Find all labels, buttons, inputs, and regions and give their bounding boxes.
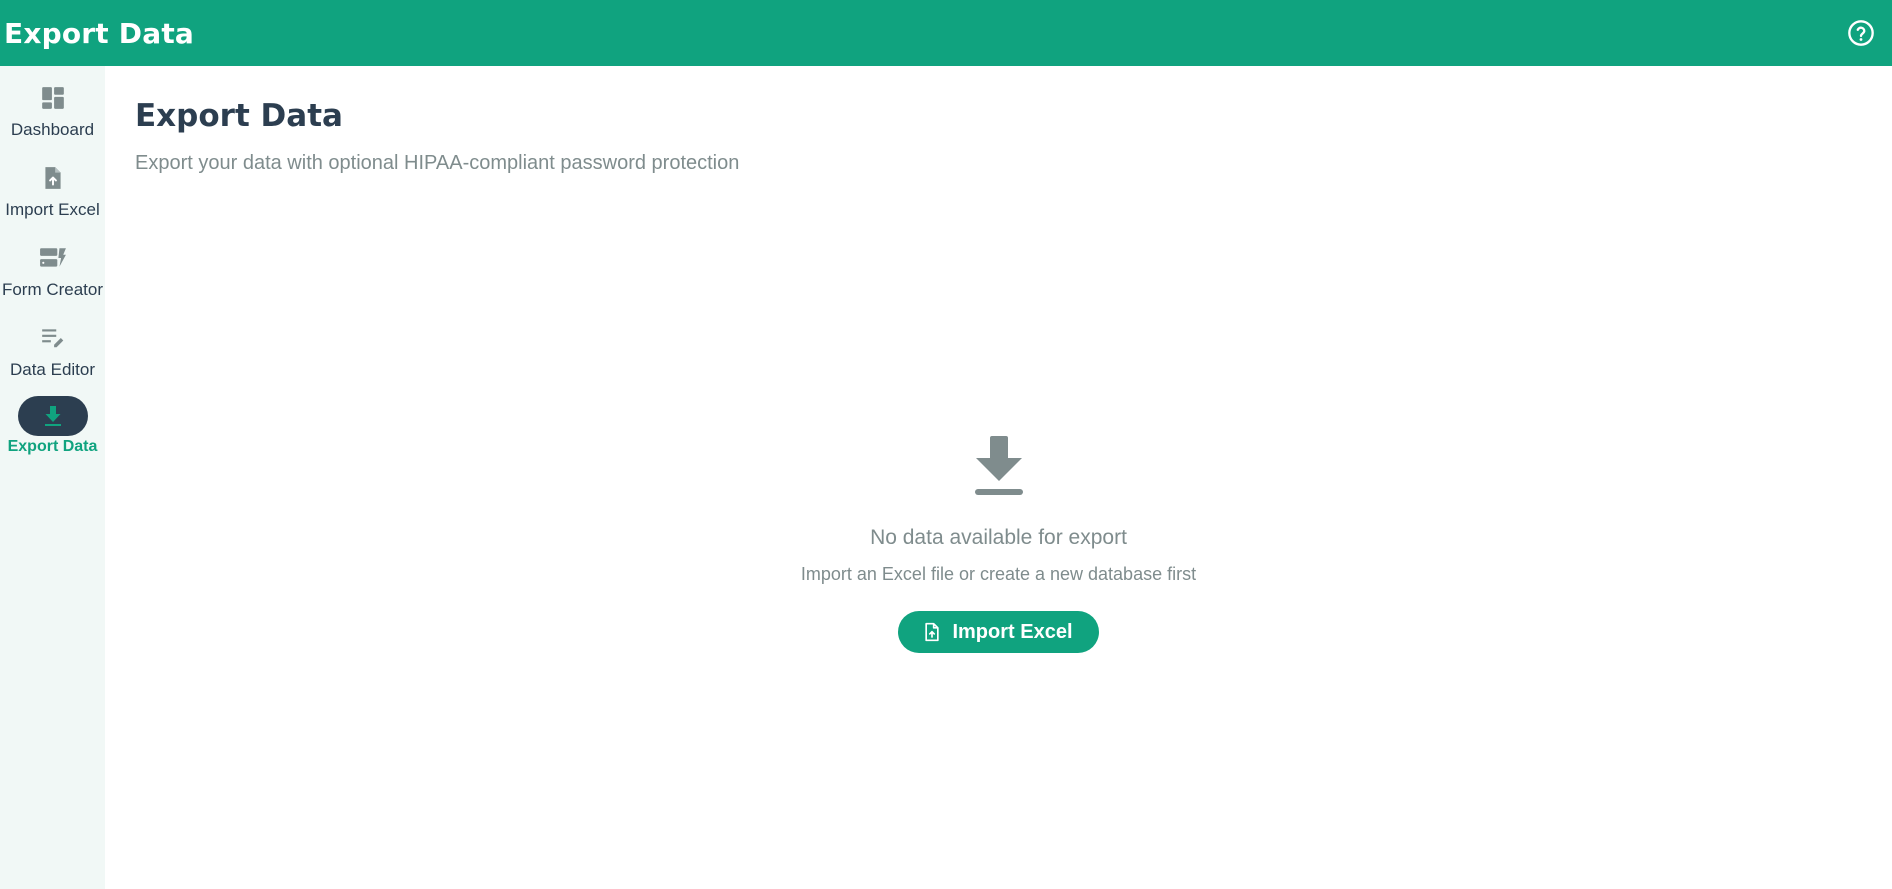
empty-state: No data available for export Import an E… [105,436,1892,653]
empty-state-title: No data available for export [870,526,1127,549]
download-icon [974,436,1023,495]
import-excel-button-label: Import Excel [952,620,1073,643]
file-upload-icon [925,622,940,642]
form-creator-icon [39,248,66,267]
sidebar-item-dashboard[interactable]: Dashboard [0,78,105,156]
help-circle-icon [1848,20,1874,46]
edit-list-icon [41,329,63,348]
help-button[interactable] [1844,16,1878,50]
sidebar-item-export-data[interactable]: Export Data [0,396,105,474]
page-title: Export Data [135,98,343,134]
sidebar-item-label: Export Data [7,438,98,455]
empty-state-description: Import an Excel file or create a new dat… [800,564,1197,584]
sidebar-item-label: Form Creator [1,280,104,299]
import-excel-button[interactable]: Import Excel [898,611,1099,653]
sidebar-item-import-excel[interactable]: Import Excel [0,158,105,236]
dashboard-icon [41,87,64,109]
file-upload-icon [44,167,61,189]
sidebar-item-label: Import Excel [5,200,100,219]
sidebar-item-form-creator[interactable]: Form Creator [0,238,105,316]
sidebar-item-data-editor[interactable]: Data Editor [0,318,105,396]
sidebar: Dashboard Import Excel Form Creator Data… [0,66,105,889]
app-title: Export Data [4,16,195,50]
sidebar-item-label: Dashboard [10,120,95,139]
page-subtitle: Export your data with optional HIPAA-com… [135,152,740,174]
top-bar: Export Data [0,0,1892,66]
download-icon [44,406,61,426]
main-content: Export Data Export your data with option… [105,66,1892,889]
sidebar-item-label: Data Editor [9,360,96,379]
